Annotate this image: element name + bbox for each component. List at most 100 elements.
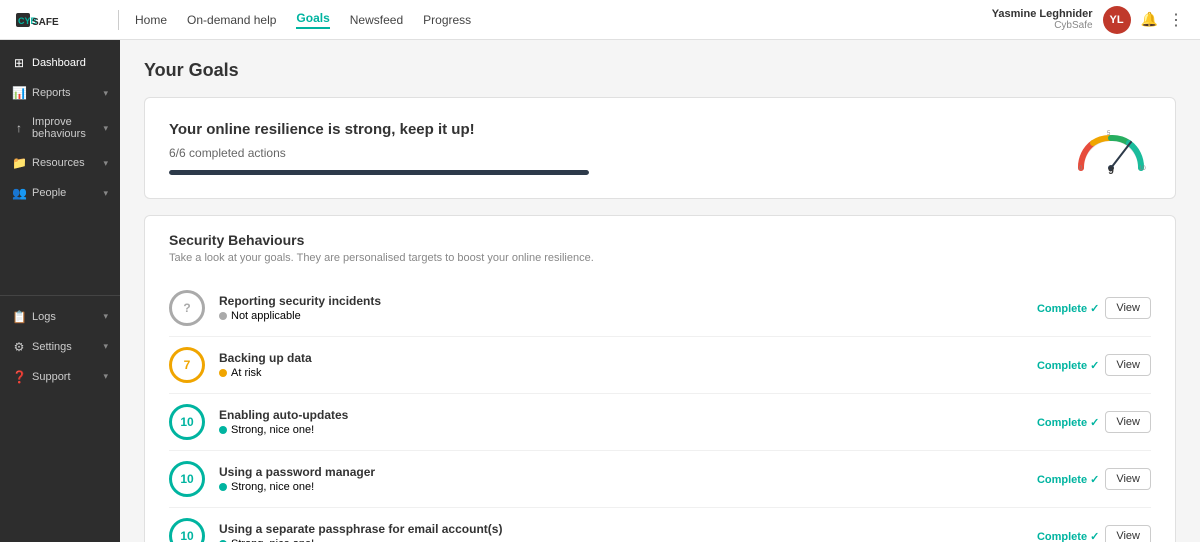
- score-circle: 10: [169, 518, 205, 542]
- dashboard-icon: ⊞: [12, 56, 26, 70]
- score-circle: 10: [169, 404, 205, 440]
- behaviour-row: 10 Using a separate passphrase for email…: [169, 508, 1151, 542]
- nav-ondemand[interactable]: On-demand help: [187, 13, 276, 27]
- svg-text:9: 9: [1108, 166, 1114, 177]
- status-text: At risk: [231, 367, 262, 379]
- complete-label: Complete ✓: [1037, 359, 1099, 372]
- user-info: Yasmine Leghnider CybSafe: [992, 8, 1093, 31]
- resilience-subtitle: 6/6 completed actions: [169, 146, 589, 160]
- behaviour-row: ? Reporting security incidents Not appli…: [169, 280, 1151, 337]
- status-dot-icon: [219, 312, 227, 320]
- improve-icon: ↑: [12, 121, 26, 135]
- behaviour-status: Strong, nice one!: [219, 481, 1023, 493]
- behaviour-row: 10 Enabling auto-updates Strong, nice on…: [169, 394, 1151, 451]
- sidebar-item-settings[interactable]: ⚙ Settings ▾: [0, 332, 120, 362]
- sidebar-label-people: People: [32, 187, 97, 199]
- sidebar-label-dashboard: Dashboard: [32, 57, 108, 69]
- behaviour-row: 10 Using a password manager Strong, nice…: [169, 451, 1151, 508]
- nav-progress[interactable]: Progress: [423, 13, 471, 27]
- support-icon: ❓: [12, 370, 26, 384]
- sidebar-item-resources[interactable]: 📁 Resources ▾: [0, 148, 120, 178]
- behaviour-actions: Complete ✓ View: [1037, 297, 1151, 319]
- chevron-down-icon: ▾: [103, 188, 108, 199]
- complete-label: Complete ✓: [1037, 473, 1099, 486]
- behaviour-actions: Complete ✓ View: [1037, 525, 1151, 542]
- score-circle: 10: [169, 461, 205, 497]
- score-circle: ?: [169, 290, 205, 326]
- nav-links: Home On-demand help Goals Newsfeed Progr…: [135, 11, 471, 29]
- progress-bar-fill: [169, 170, 589, 175]
- view-button[interactable]: View: [1105, 468, 1151, 490]
- status-dot-icon: [219, 483, 227, 491]
- behaviour-info: Using a password manager Strong, nice on…: [219, 465, 1023, 493]
- sidebar-item-logs[interactable]: 📋 Logs ▾: [0, 302, 120, 332]
- gauge-svg: 9 0 10 5: [1071, 118, 1151, 178]
- status-dot-icon: [219, 369, 227, 377]
- complete-label: Complete ✓: [1037, 302, 1099, 315]
- people-icon: 👥: [12, 186, 26, 200]
- chevron-down-icon: ▾: [103, 371, 108, 382]
- status-text: Strong, nice one!: [231, 538, 314, 542]
- behaviour-row: 7 Backing up data At risk Complete ✓ Vie…: [169, 337, 1151, 394]
- bell-icon[interactable]: 🔔: [1141, 11, 1158, 28]
- nav-home[interactable]: Home: [135, 13, 167, 27]
- resilience-card: Your online resilience is strong, keep i…: [144, 97, 1176, 199]
- chevron-down-icon: ▾: [103, 158, 108, 169]
- logs-icon: 📋: [12, 310, 26, 324]
- sidebar-item-dashboard[interactable]: ⊞ Dashboard: [0, 48, 120, 78]
- main-content: Your Goals Your online resilience is str…: [120, 40, 1200, 542]
- behaviour-status: Not applicable: [219, 310, 1023, 322]
- behaviours-subtitle: Take a look at your goals. They are pers…: [169, 252, 1151, 264]
- sidebar-bottom: 📋 Logs ▾ ⚙ Settings ▾ ❓ Support ▾: [0, 302, 120, 542]
- sidebar-item-people[interactable]: 👥 People ▾: [0, 178, 120, 208]
- behaviour-actions: Complete ✓ View: [1037, 354, 1151, 376]
- view-button[interactable]: View: [1105, 354, 1151, 376]
- page-title: Your Goals: [144, 60, 1176, 81]
- nav-newsfeed[interactable]: Newsfeed: [350, 13, 403, 27]
- status-text: Strong, nice one!: [231, 481, 314, 493]
- behaviour-status: Strong, nice one!: [219, 538, 1023, 542]
- behaviours-title: Security Behaviours: [169, 232, 1151, 248]
- sidebar-item-reports[interactable]: 📊 Reports ▾: [0, 78, 120, 108]
- avatar: YL: [1103, 6, 1131, 34]
- sidebar-label-improve: Improve behaviours: [32, 116, 97, 140]
- sidebar-item-improve[interactable]: ↑ Improve behaviours ▾: [0, 108, 120, 148]
- menu-dots-icon[interactable]: ⋮: [1168, 10, 1184, 30]
- progress-bar-container: [169, 170, 589, 175]
- behaviour-name: Reporting security incidents: [219, 294, 1023, 308]
- nav-divider: [118, 10, 119, 30]
- behaviour-name: Backing up data: [219, 351, 1023, 365]
- sidebar-divider: [0, 295, 120, 296]
- resilience-title: Your online resilience is strong, keep i…: [169, 121, 589, 138]
- status-text: Not applicable: [231, 310, 301, 322]
- top-nav: CYB SAFE Home On-demand help Goals Newsf…: [0, 0, 1200, 40]
- behaviour-actions: Complete ✓ View: [1037, 411, 1151, 433]
- sidebar: ⊞ Dashboard 📊 Reports ▾ ↑ Improve behavi…: [0, 40, 120, 542]
- sidebar-label-reports: Reports: [32, 87, 97, 99]
- behaviour-info: Backing up data At risk: [219, 351, 1023, 379]
- behaviour-name: Using a separate passphrase for email ac…: [219, 522, 1023, 536]
- nav-goals[interactable]: Goals: [296, 11, 329, 29]
- chevron-down-icon: ▾: [103, 341, 108, 352]
- view-button[interactable]: View: [1105, 297, 1151, 319]
- user-org: CybSafe: [992, 20, 1093, 31]
- logo-svg: CYB SAFE: [16, 11, 86, 29]
- sidebar-label-support: Support: [32, 371, 97, 383]
- behaviour-status: Strong, nice one!: [219, 424, 1023, 436]
- svg-text:10: 10: [1139, 166, 1146, 172]
- svg-text:SAFE: SAFE: [32, 17, 59, 28]
- score-circle: 7: [169, 347, 205, 383]
- sidebar-top: ⊞ Dashboard 📊 Reports ▾ ↑ Improve behavi…: [0, 48, 120, 289]
- sidebar-item-support[interactable]: ❓ Support ▾: [0, 362, 120, 392]
- reports-icon: 📊: [12, 86, 26, 100]
- behaviour-status: At risk: [219, 367, 1023, 379]
- chevron-down-icon: ▾: [103, 88, 108, 99]
- view-button[interactable]: View: [1105, 411, 1151, 433]
- user-name: Yasmine Leghnider: [992, 8, 1093, 20]
- status-text: Strong, nice one!: [231, 424, 314, 436]
- resources-icon: 📁: [12, 156, 26, 170]
- complete-label: Complete ✓: [1037, 530, 1099, 542]
- settings-icon: ⚙: [12, 340, 26, 354]
- view-button[interactable]: View: [1105, 525, 1151, 542]
- behaviour-info: Using a separate passphrase for email ac…: [219, 522, 1023, 542]
